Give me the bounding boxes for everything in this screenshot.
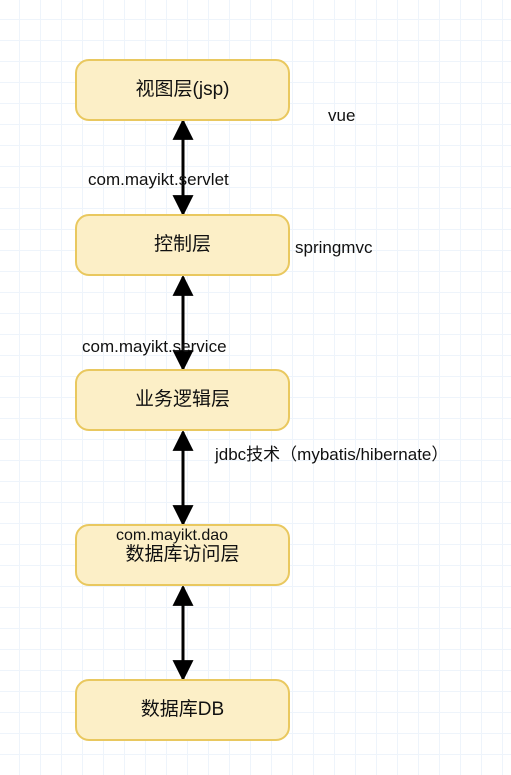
diagram-canvas: 视图层(jsp) 控制层 业务逻辑层 数据库访问层 数据库DB vue spri… [0, 0, 511, 775]
annotation-view-vue: vue [328, 106, 355, 126]
node-service-layer: 业务逻辑层 [75, 369, 290, 431]
node-db-layer-label: 数据库DB [141, 699, 224, 722]
annotation-jdbc: jdbc技术（mybatis/hibernate） [215, 440, 448, 465]
node-view-layer-label: 视图层(jsp) [136, 79, 230, 102]
annotation-servlet-package: com.mayikt.servlet [88, 170, 229, 190]
annotation-service-package: com.mayikt.service [82, 337, 227, 357]
node-db-layer: 数据库DB [75, 679, 290, 741]
node-controller-layer: 控制层 [75, 214, 290, 276]
node-view-layer: 视图层(jsp) [75, 59, 290, 121]
node-dao-layer-label: 数据库访问层 [125, 544, 239, 567]
annotation-dao-package: com.mayikt.dao [116, 527, 228, 545]
node-controller-layer-label: 控制层 [154, 234, 211, 257]
annotation-controller-springmvc: springmvc [295, 238, 372, 258]
node-service-layer-label: 业务逻辑层 [135, 389, 230, 412]
